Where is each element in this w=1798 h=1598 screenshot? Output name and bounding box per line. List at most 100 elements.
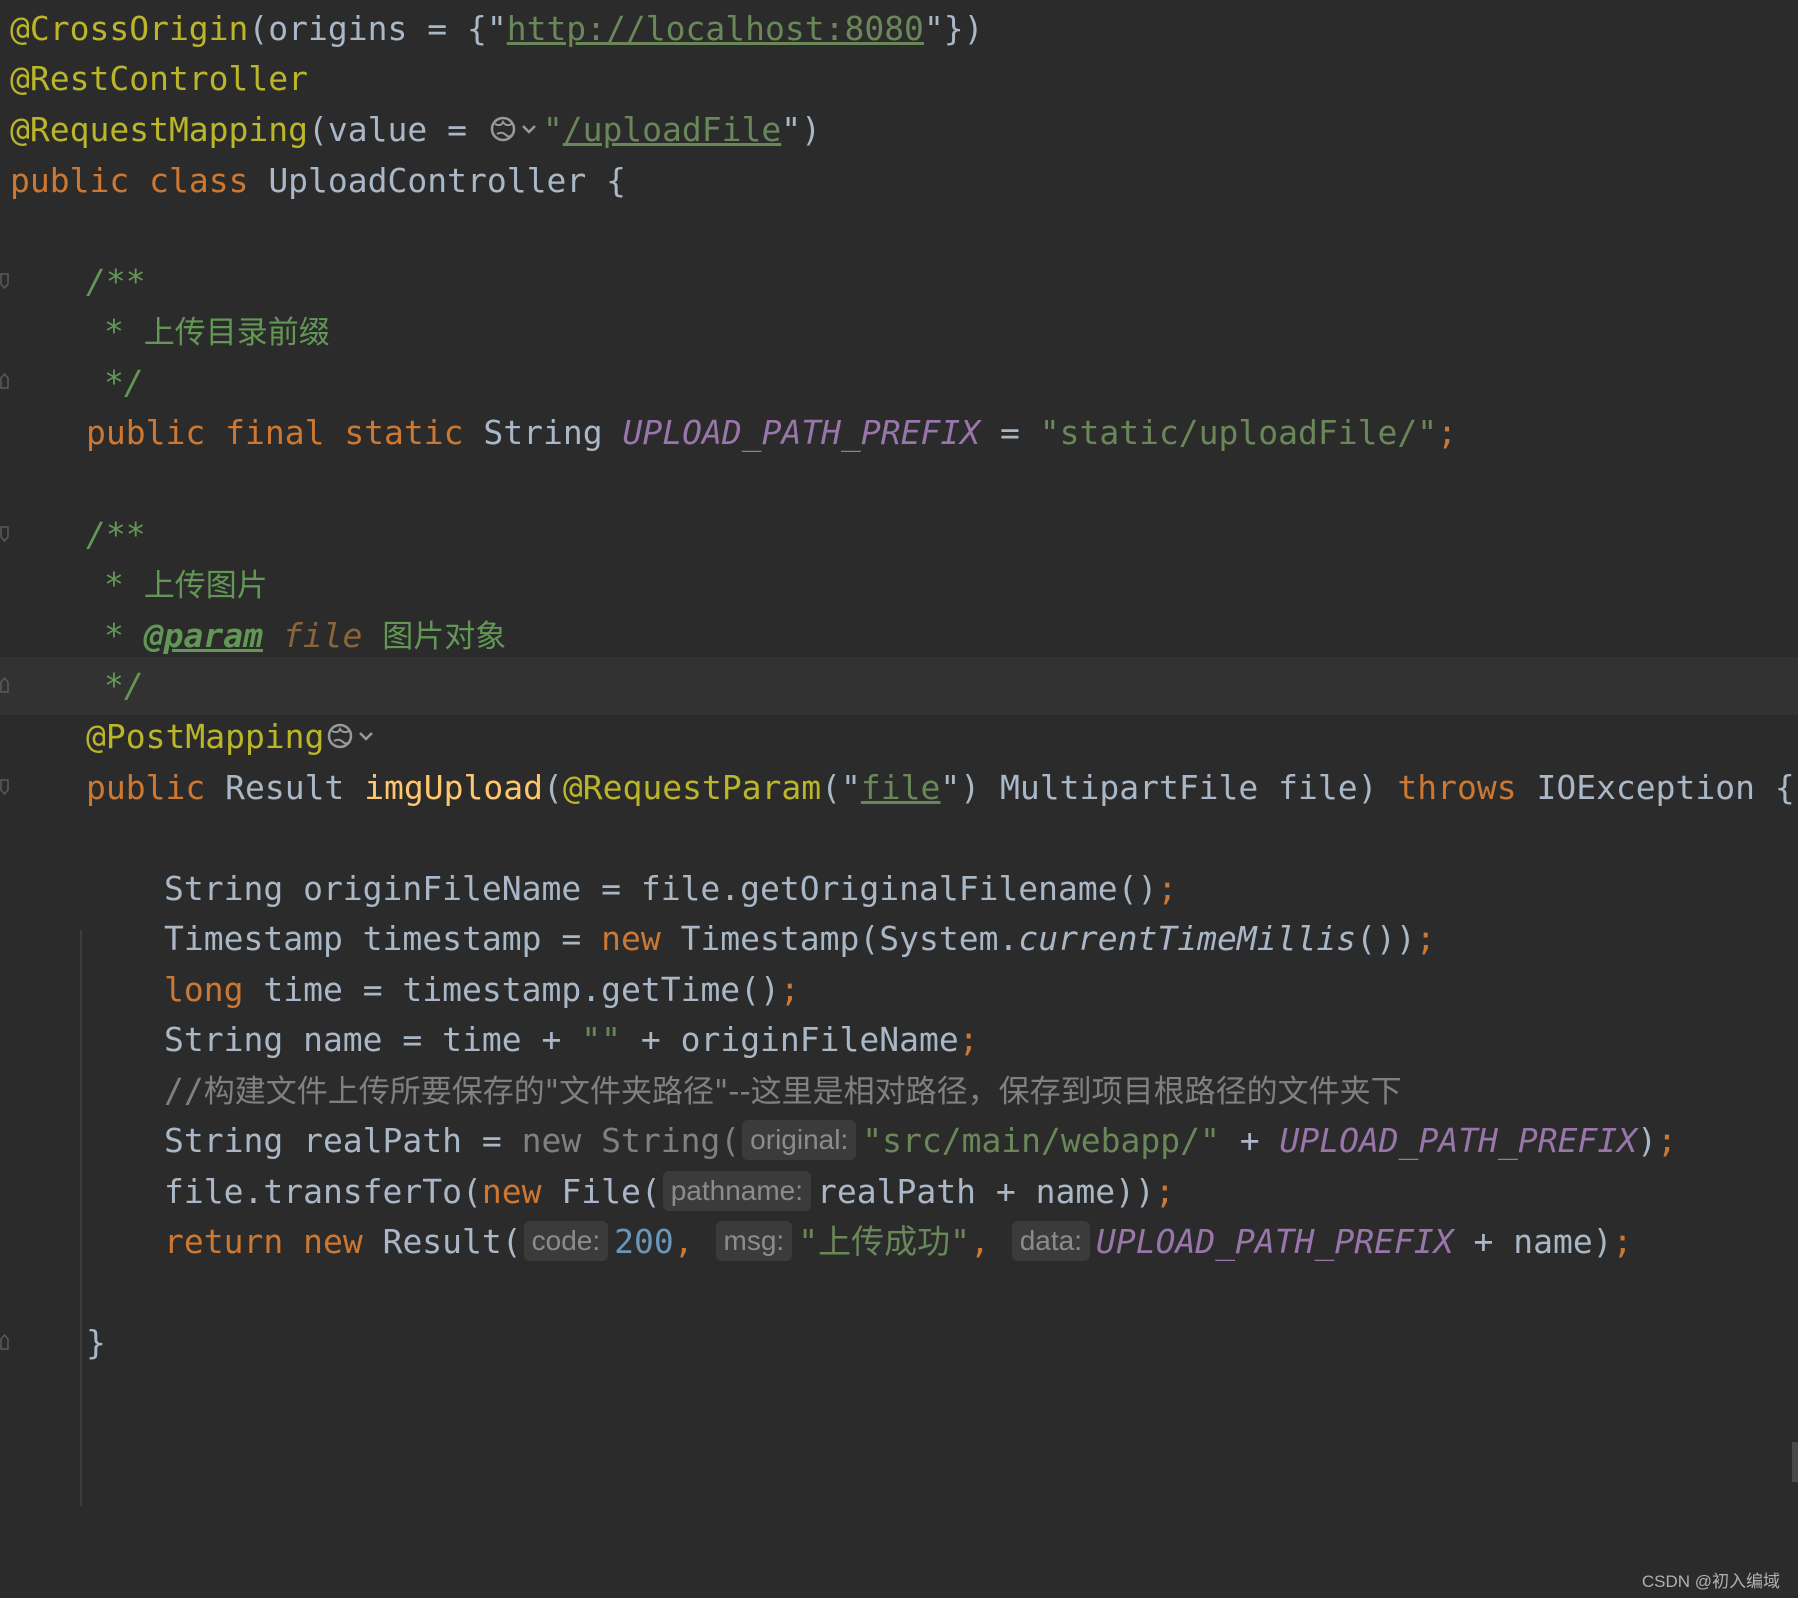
- param-hint-data: data:: [1011, 1220, 1090, 1261]
- code-line-12[interactable]: * 上传图片: [0, 556, 1798, 614]
- fold-marker-icon[interactable]: [0, 1334, 9, 1350]
- param-hint-code: code:: [523, 1220, 609, 1261]
- doc-comment-star: *: [104, 312, 144, 351]
- keyword: new: [481, 1172, 542, 1211]
- fold-marker-icon[interactable]: [0, 677, 9, 693]
- keyword: final: [225, 413, 325, 452]
- param-hint-pathname: pathname:: [662, 1170, 812, 1211]
- code-line-16[interactable]: public Result imgUpload(@RequestParam("f…: [0, 759, 1798, 817]
- closing-brace: }: [86, 1323, 106, 1362]
- code-token: ;: [1154, 1172, 1175, 1211]
- code-line-7[interactable]: * 上传目录前缀: [0, 303, 1798, 361]
- code-line-23[interactable]: String realPath = new String(original: "s…: [0, 1112, 1798, 1170]
- keyword: static: [344, 413, 464, 452]
- doc-param-name: file: [282, 616, 363, 655]
- type-name: Result: [225, 768, 345, 807]
- keyword: class: [149, 161, 249, 200]
- origins-url-link[interactable]: http://localhost:8080: [507, 9, 924, 48]
- redundant-constructor: new String(: [521, 1121, 741, 1160]
- code-token: ()): [1356, 919, 1416, 958]
- code-token: ,: [673, 1222, 714, 1261]
- code-token: File(: [541, 1172, 661, 1211]
- annotation-post-mapping: @PostMapping: [86, 717, 325, 756]
- line-comment-marker: //: [164, 1071, 204, 1110]
- fold-marker-icon[interactable]: [0, 373, 9, 389]
- code-token: + originFileName: [620, 1020, 959, 1059]
- string-literal: "上传成功": [798, 1222, 970, 1261]
- annotation-request-param: @RequestParam: [562, 768, 822, 807]
- request-param-link[interactable]: file: [861, 768, 940, 807]
- constant-upload-path-prefix: UPLOAD_PATH_PREFIX: [1095, 1222, 1454, 1261]
- code-line-27[interactable]: }: [0, 1314, 1798, 1372]
- method-name: imgUpload: [364, 768, 543, 807]
- code-line-2[interactable]: @RestController: [0, 50, 1798, 108]
- code-line-19[interactable]: Timestamp timestamp = new Timestamp(Syst…: [0, 910, 1798, 968]
- code-line-21[interactable]: String name = time + "" + originFileName…: [0, 1011, 1798, 1069]
- string-literal: "static/uploadFile/": [1039, 413, 1438, 452]
- code-line-25[interactable]: return new Result(code: 200, msg: "上传成功", …: [0, 1213, 1798, 1271]
- code-token: ): [1637, 1121, 1657, 1160]
- fold-marker-icon[interactable]: [0, 273, 9, 289]
- code-token: ;: [1157, 869, 1178, 908]
- code-token: IOException {: [1516, 768, 1795, 807]
- param-hint-original: original:: [742, 1119, 857, 1160]
- keyword: public: [10, 161, 130, 200]
- code-token: "): [940, 768, 981, 807]
- code-token: "}): [923, 9, 984, 48]
- code-token: (origins = {": [248, 9, 507, 48]
- code-token: + name): [1453, 1222, 1613, 1261]
- code-token: String name = time +: [164, 1020, 582, 1059]
- constant-upload-path-prefix: UPLOAD_PATH_PREFIX: [622, 413, 981, 452]
- annotation-request-mapping: @RequestMapping: [10, 110, 309, 149]
- code-editor[interactable]: @CrossOrigin(origins = {"http://localhos…: [0, 0, 1798, 1598]
- doc-comment-star: *: [104, 616, 144, 655]
- endpoint-globe-icon[interactable]: [489, 112, 541, 146]
- code-token: Result(: [362, 1222, 522, 1261]
- code-token: String realPath =: [164, 1121, 522, 1160]
- code-token: ,: [969, 1222, 1010, 1261]
- keyword: new: [601, 919, 661, 958]
- doc-comment-star: *: [104, 565, 144, 604]
- code-token: time = timestamp.getTime(): [243, 970, 780, 1009]
- code-line-4[interactable]: public class UploadController {: [0, 152, 1798, 210]
- keyword: public: [86, 413, 206, 452]
- code-token: ": [542, 110, 563, 149]
- keyword: throws: [1397, 768, 1517, 807]
- annotation-cross-origin: @CrossOrigin: [10, 9, 249, 48]
- doc-comment-close: */: [104, 363, 144, 402]
- doc-comment-text: 图片对象: [382, 619, 507, 655]
- code-token: ;: [958, 1020, 979, 1059]
- line-comment-text: 构建文件上传所要保存的"文件夹路径"--这里是相对路径，保存到项目根路径的文件夹…: [203, 1074, 1402, 1110]
- code-token: String originFileName = file.getOriginal…: [164, 869, 1158, 908]
- doc-param-tag: @param: [143, 616, 263, 655]
- string-literal: "": [581, 1020, 621, 1059]
- keyword: new: [303, 1222, 363, 1261]
- code-token: realPath + name)): [817, 1172, 1155, 1211]
- indent-guide: [80, 930, 82, 1506]
- scrollbar-marker[interactable]: [1792, 1442, 1798, 1482]
- param-hint-msg: msg:: [715, 1220, 793, 1261]
- code-line-14-current[interactable]: */: [0, 657, 1798, 715]
- static-method-call: currentTimeMillis: [1018, 919, 1357, 958]
- fold-marker-icon[interactable]: [0, 779, 9, 795]
- string-literal: "src/main/webapp/": [862, 1121, 1220, 1160]
- doc-comment-text: 上传目录前缀: [143, 315, 330, 351]
- code-line-15[interactable]: @PostMapping: [0, 708, 1798, 766]
- endpoint-globe-icon[interactable]: [326, 719, 378, 753]
- code-token: (": [821, 768, 861, 807]
- code-line-9[interactable]: public final static String UPLOAD_PATH_P…: [0, 404, 1798, 462]
- code-token: file.transferTo(: [164, 1172, 482, 1211]
- doc-comment-text: 上传图片: [143, 568, 268, 604]
- code-token: =: [980, 413, 1040, 452]
- fold-marker-icon[interactable]: [0, 526, 9, 542]
- code-line-3[interactable]: @RequestMapping(value = "/uploadFile"): [0, 101, 1798, 159]
- number-literal: 200: [614, 1222, 674, 1261]
- code-token: ;: [1656, 1121, 1677, 1160]
- type-name: String: [483, 413, 603, 452]
- constant-upload-path-prefix: UPLOAD_PATH_PREFIX: [1279, 1121, 1638, 1160]
- annotation-rest-controller: @RestController: [10, 59, 309, 98]
- upload-path-link[interactable]: /uploadFile: [563, 110, 782, 149]
- doc-comment-open: /**: [86, 515, 146, 554]
- code-token: ;: [779, 970, 800, 1009]
- code-token: Timestamp(System.: [660, 919, 1019, 958]
